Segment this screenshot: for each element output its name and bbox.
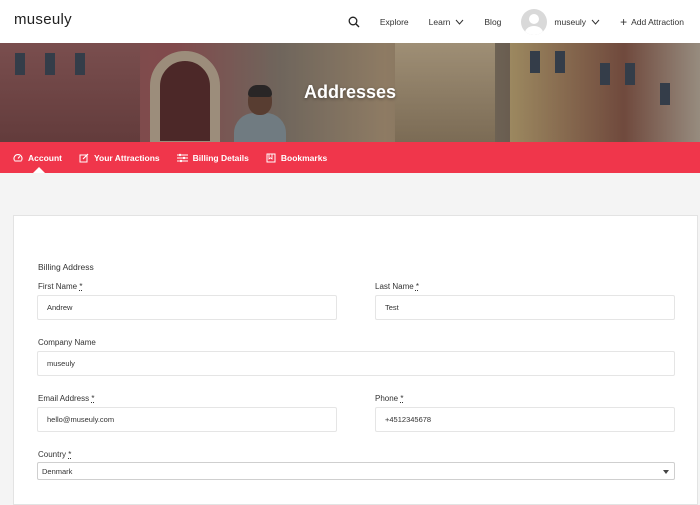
site-logo[interactable]: museuly [14,11,72,28]
tab-bookmarks-label: Bookmarks [280,152,328,163]
last-name-field[interactable]: Test [375,295,675,320]
email-label: Email Address * [38,394,95,403]
country-select[interactable]: Denmark [37,462,675,480]
edit-icon [79,153,89,162]
section-title: Billing Address [38,262,94,272]
tab-billing-details-label: Billing Details [192,152,249,163]
account-tabs: Account Your Attractions Billing Details… [0,142,700,173]
required-marker: * [400,394,404,403]
phone-label: Phone * [375,394,404,403]
nav-explore[interactable]: Explore [380,17,409,27]
last-name-label-text: Last Name [375,282,414,291]
company-name-value: museuly [47,359,75,368]
dashboard-icon [13,153,23,161]
phone-label-text: Phone [375,394,399,403]
country-label-text: Country [38,450,67,459]
nav-blog-label: Blog [484,16,502,27]
search-icon [348,16,360,27]
phone-field[interactable]: +4512345678 [375,407,675,432]
required-marker: * [91,394,95,403]
add-attraction-label: Add Attraction [631,16,684,27]
tab-account[interactable]: Account [13,142,62,173]
first-name-label-text: First Name [38,282,78,291]
nav-blog[interactable]: Blog [484,17,501,27]
first-name-value: Andrew [47,303,73,312]
first-name-label: First Name * [38,282,82,291]
user-menu[interactable]: museuly [521,8,600,35]
nav-learn-label: Learn [428,16,451,27]
company-name-label: Company Name [38,338,96,347]
tab-account-label: Account [28,152,62,163]
chevron-down-icon [591,19,600,25]
email-field[interactable]: hello@museuly.com [37,407,337,432]
country-label: Country * [38,450,71,459]
first-name-field[interactable]: Andrew [37,295,337,320]
required-marker: * [79,282,83,291]
chevron-down-icon [456,19,464,25]
country-value: Denmark [42,466,73,476]
top-header: museuly Explore Learn Blog museuly + Add… [0,0,700,43]
tab-billing-details[interactable]: Billing Details [176,142,249,173]
tab-your-attractions[interactable]: Your Attractions [79,142,160,173]
page-title: Addresses [303,82,397,102]
tab-your-attractions-label: Your Attractions [94,152,160,163]
nav-explore-label: Explore [379,16,409,27]
hero-banner: Addresses [0,43,700,142]
caret-down-icon [663,470,669,474]
last-name-label: Last Name * [375,282,419,291]
email-label-text: Email Address [38,394,90,403]
nav-learn[interactable]: Learn [429,17,465,27]
last-name-value: Test [385,303,399,312]
company-name-field[interactable]: museuly [37,351,675,376]
company-name-label-text: Company Name [38,338,96,347]
tab-bookmarks[interactable]: Bookmarks [266,142,327,173]
list-icon [176,153,188,162]
phone-value: +4512345678 [385,415,432,424]
avatar [521,8,548,35]
bookmark-icon [266,153,276,162]
search-button[interactable] [348,16,360,28]
required-marker: * [415,282,420,291]
required-marker: * [68,450,72,459]
user-name: museuly [554,16,587,27]
billing-address-form: Billing Address First Name * Andrew Last… [13,215,698,505]
email-value: hello@museuly.com [47,415,115,424]
main-nav: Explore Learn Blog museuly + Add Attract… [348,0,684,43]
plus-icon: + [620,14,628,29]
add-attraction-button[interactable]: + Add Attraction [620,16,684,28]
